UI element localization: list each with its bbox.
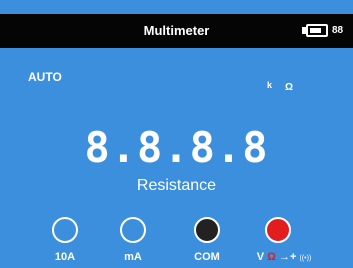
measurement-label: Resistance — [136, 177, 217, 194]
volt-label: V — [256, 251, 265, 263]
jack-volt-ohm[interactable] — [265, 217, 291, 243]
multimeter-app: Multimeter 88 AUTO k Ω 8.8.8.8 Resistanc… — [0, 0, 353, 268]
unit-prefix: k — [267, 80, 273, 90]
continuity-icon: ((•)) — [299, 255, 312, 262]
title-bar: Multimeter 88 — [0, 14, 353, 48]
reading-display: 8.8.8.8 — [84, 123, 269, 172]
jack-volt-ohm-label: V Ω →+ ((•)) — [250, 250, 318, 264]
range-mode: AUTO — [28, 70, 62, 84]
battery-value: 88 — [332, 25, 344, 36]
jack-ma[interactable] — [120, 217, 146, 243]
app-title: Multimeter — [143, 23, 210, 38]
battery-icon — [306, 24, 328, 37]
battery-fill — [310, 28, 321, 33]
jack-10a[interactable] — [52, 217, 78, 243]
jack-com-label: COM — [194, 251, 220, 263]
unit-symbol: Ω — [285, 82, 294, 93]
jack-10a-label: 10A — [54, 251, 76, 263]
ohm-label: Ω — [267, 251, 276, 263]
diode-icon: →+ — [279, 251, 297, 263]
jack-com[interactable] — [194, 217, 220, 243]
jack-ma-label: mA — [124, 251, 142, 263]
